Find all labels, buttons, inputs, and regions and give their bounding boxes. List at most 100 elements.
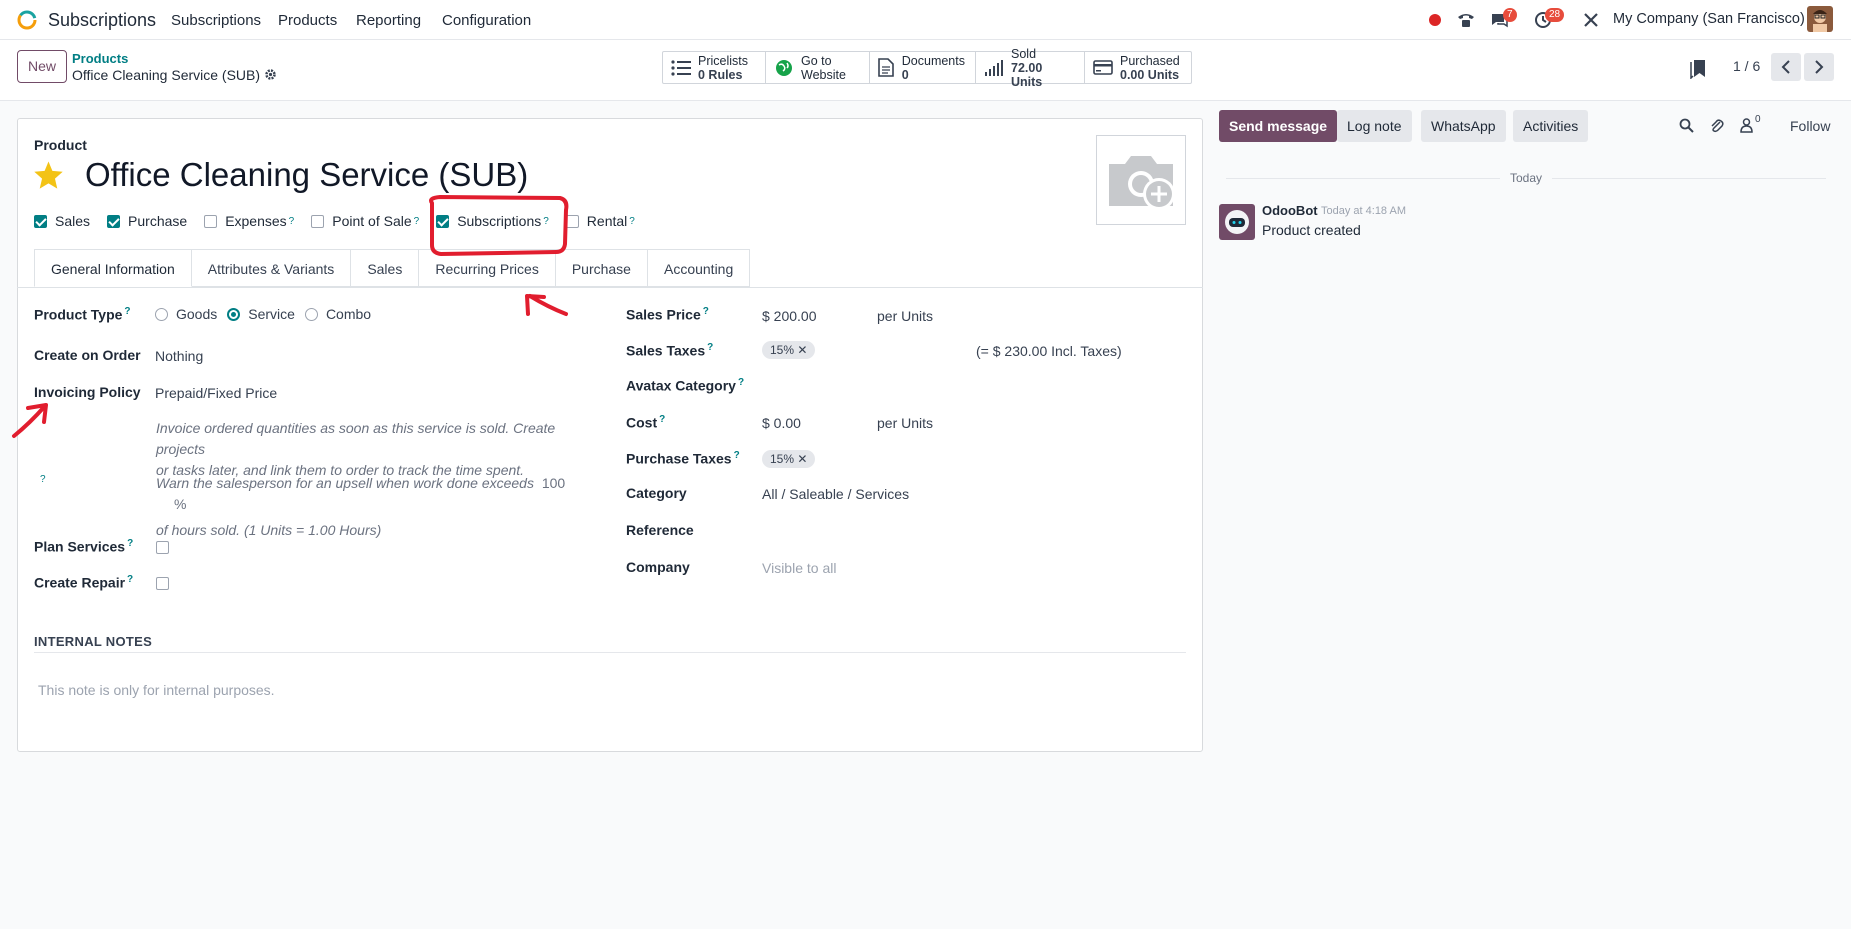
avatax-category-label: Avatax Category? <box>626 377 745 394</box>
followers-user-icon[interactable] <box>1740 118 1753 133</box>
odoobot-avatar[interactable] <box>1219 204 1255 240</box>
category-select[interactable]: All / Saleable / Services <box>762 486 909 502</box>
sales-tax-tag[interactable]: 15% ✕ <box>762 341 816 359</box>
whatsapp-button[interactable]: WhatsApp <box>1421 110 1506 142</box>
pager-next-button[interactable] <box>1804 53 1834 81</box>
checkbox-point-of-sale[interactable] <box>311 214 325 228</box>
company-label: Company <box>626 559 690 575</box>
favorite-star-icon[interactable] <box>33 160 64 190</box>
message-author[interactable]: OdooBot <box>1262 203 1318 218</box>
top-navbar: Subscriptions Subscriptions Products Rep… <box>0 0 1851 40</box>
menu-products[interactable]: Products <box>278 12 337 29</box>
flag-expenses[interactable]: Expenses? <box>204 213 294 229</box>
internal-notes-editor[interactable]: This note is only for internal purposes. <box>38 682 275 698</box>
checkbox-expenses[interactable] <box>204 214 218 228</box>
checkbox-rental[interactable] <box>565 214 579 228</box>
smart-buttons: Pricelists 0 Rules Go to Website Documents… <box>662 47 1192 89</box>
gear-icon[interactable] <box>264 68 277 81</box>
tab-attributes-variants[interactable]: Attributes & Variants <box>191 249 352 287</box>
radio-combo[interactable] <box>304 307 318 321</box>
follow-button[interactable]: Follow <box>1790 118 1830 134</box>
cost-unit: per Units <box>877 415 934 431</box>
phone-icon[interactable] <box>1456 10 1476 30</box>
internal-notes-header: INTERNAL NOTES <box>34 634 153 649</box>
menu-subscriptions[interactable]: Subscriptions <box>171 12 261 29</box>
smart-sold[interactable]: Sold 72.00 Units <box>976 47 1085 89</box>
upsell-threshold-input[interactable]: 100 <box>542 475 565 491</box>
company-switcher[interactable]: My Company (San Francisco) <box>1613 11 1805 27</box>
flag-sales[interactable]: Sales <box>34 213 90 229</box>
help-icon[interactable]: ? <box>543 216 549 227</box>
smart-pricelists[interactable]: Pricelists 0 Rules <box>663 52 766 83</box>
product-type-label: Product Type? <box>34 306 131 323</box>
radio-goods[interactable] <box>155 307 168 321</box>
help-icon[interactable]: ? <box>414 216 420 227</box>
tab-recurring-prices[interactable]: Recurring Prices <box>419 249 556 287</box>
smart-go-to-website[interactable]: Go to Website <box>766 52 870 83</box>
smart-purchased[interactable]: Purchased 0.00 Units <box>1085 52 1191 83</box>
product-label: Product <box>34 137 87 153</box>
activities-button[interactable]: Activities <box>1513 110 1589 142</box>
smart-documents[interactable]: Documents 0 <box>870 52 976 83</box>
new-button[interactable]: New <box>17 50 67 83</box>
search-icon[interactable] <box>1679 118 1694 133</box>
checkbox-purchase[interactable] <box>107 214 121 228</box>
sales-price-input[interactable]: $ 200.00 <box>762 308 817 324</box>
paperclip-icon[interactable] <box>1709 117 1724 134</box>
sales-price-label: Sales Price? <box>626 306 709 323</box>
tab-sales[interactable]: Sales <box>351 249 420 287</box>
pager-previous-button[interactable] <box>1771 53 1801 81</box>
remove-tag-icon[interactable]: ✕ <box>797 452 807 466</box>
remove-tag-icon[interactable]: ✕ <box>797 343 807 357</box>
flag-subscriptions[interactable]: Subscriptions? <box>436 213 549 229</box>
reference-label: Reference <box>626 522 694 538</box>
cost-input[interactable]: $ 0.00 <box>762 415 801 431</box>
checkbox-sales[interactable] <box>34 214 47 228</box>
create-repair-checkbox[interactable] <box>156 577 169 590</box>
menu-configuration[interactable]: Configuration <box>442 12 531 29</box>
flag-point-of-sale[interactable]: Point of Sale? <box>311 213 419 229</box>
help-icon[interactable]: ? <box>289 216 295 227</box>
tab-general-information[interactable]: General Information <box>34 249 192 287</box>
product-image-upload[interactable] <box>1096 135 1186 225</box>
app-name[interactable]: Subscriptions <box>48 10 156 31</box>
reference-input[interactable] <box>762 518 1182 540</box>
tab-purchase[interactable]: Purchase <box>555 249 648 287</box>
internal-notes-divider <box>34 652 1186 653</box>
pager-value[interactable]: 1 / 6 <box>1733 58 1760 74</box>
form-tabs: General Information Attributes & Variant… <box>34 249 751 287</box>
plan-services-checkbox[interactable] <box>156 541 169 554</box>
create-on-order-label: Create on Order <box>34 347 141 363</box>
app-logo-icon[interactable] <box>16 9 38 31</box>
bookmark-icon[interactable] <box>1690 59 1706 79</box>
company-select[interactable]: Visible to all <box>762 560 836 576</box>
followers-count: 0 <box>1755 114 1761 125</box>
product-name-input[interactable]: Office Cleaning Service (SUB) <box>85 156 528 194</box>
create-on-order-select[interactable]: Nothing <box>155 348 203 364</box>
log-note-button[interactable]: Log note <box>1337 110 1412 142</box>
chevron-left-icon <box>1781 60 1790 74</box>
send-message-button[interactable]: Send message <box>1219 110 1338 142</box>
invoicing-policy-select[interactable]: Prepaid/Fixed Price <box>155 385 277 401</box>
invoicing-policy-help: Invoice ordered quantities as soon as th… <box>156 420 556 478</box>
radio-service[interactable] <box>227 307 241 321</box>
purchase-tax-tag[interactable]: 15% ✕ <box>762 450 816 468</box>
create-repair-label: Create Repair? <box>34 574 134 591</box>
menu-reporting[interactable]: Reporting <box>356 12 421 29</box>
tools-icon[interactable] <box>1582 11 1600 29</box>
flag-purchase[interactable]: Purchase <box>107 213 187 229</box>
help-icon[interactable]: ? <box>629 216 635 227</box>
list-icon <box>671 58 691 78</box>
checkbox-subscriptions[interactable] <box>436 214 450 228</box>
user-avatar[interactable] <box>1807 6 1833 32</box>
breadcrumb-products[interactable]: Products <box>72 51 128 66</box>
flag-rental[interactable]: Rental? <box>565 213 635 229</box>
tab-accounting[interactable]: Accounting <box>647 249 751 287</box>
product-type-radio-group: Goods Service Combo <box>155 306 371 322</box>
recording-dot-icon[interactable] <box>1429 14 1441 26</box>
avatax-category-input[interactable] <box>762 372 1182 394</box>
upsell-help-icon[interactable]: ? <box>40 474 46 485</box>
signal-bars-icon <box>984 58 1004 78</box>
activity-badge: 28 <box>1545 8 1565 22</box>
invoicing-policy-label: Invoicing Policy <box>34 384 141 400</box>
